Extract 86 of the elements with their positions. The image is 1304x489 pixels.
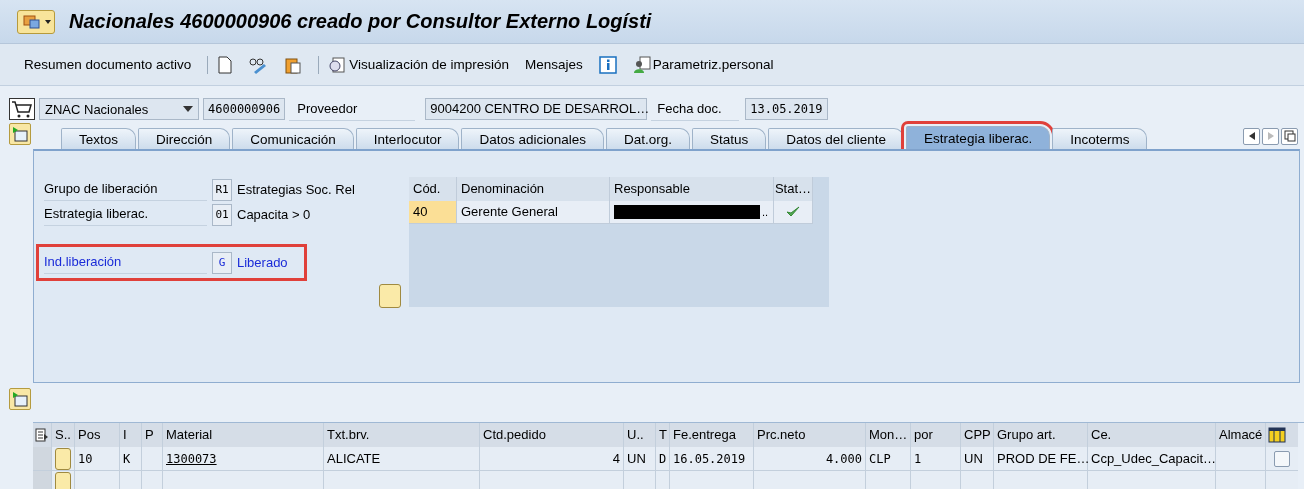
table-cell: ALICATE — [324, 447, 480, 471]
tab[interactable]: Datos adicionales — [461, 128, 604, 149]
expand-items-button[interactable] — [9, 388, 31, 410]
toolbar-button[interactable]: Resumen documento activo — [24, 53, 192, 76]
table-cell: Gerente General — [457, 201, 610, 224]
column-header: I — [120, 423, 142, 447]
tab[interactable]: Comunicación — [232, 128, 354, 149]
window-title: Nacionales 4600000906 creado por Consultor Externo Logísti — [69, 10, 652, 33]
table-cell: PROD DE FE… — [994, 447, 1088, 471]
document-icon[interactable] — [218, 53, 233, 76]
table-cell: CLP — [866, 447, 911, 471]
table-cell: K — [120, 447, 142, 471]
tab[interactable]: Dat.org. — [606, 128, 690, 149]
print-preview-icon — [329, 55, 348, 74]
status-button[interactable] — [55, 471, 71, 489]
caret-icon — [183, 106, 193, 112]
table-cell: D — [656, 447, 670, 471]
scroll-left-button[interactable] — [1243, 127, 1260, 145]
column-header: Material — [163, 423, 324, 447]
table-cell: 4.000 — [754, 447, 866, 471]
tab[interactable]: Status — [692, 128, 767, 149]
field-label: Fecha doc. — [651, 97, 740, 121]
column-header: P — [142, 423, 163, 447]
column-header: Grupo art. — [994, 423, 1088, 447]
info-icon[interactable] — [598, 53, 617, 76]
document-type-dropdown[interactable]: ZNAC Nacionales — [39, 98, 199, 120]
column-header: CPP — [961, 423, 994, 447]
column-header: por — [911, 423, 961, 447]
right-arrow-icon — [1267, 132, 1274, 140]
tab[interactable]: Incoterms — [1052, 128, 1148, 149]
square-button[interactable] — [379, 284, 401, 308]
field-text: Estrategias Soc. Rel — [237, 182, 355, 197]
table-cell: UN — [624, 447, 656, 471]
person-settings-icon — [632, 55, 651, 74]
field-text: Capacita > 0 — [237, 207, 311, 222]
column-settings-icon[interactable] — [1266, 423, 1298, 447]
column-header: Fe.entrega — [670, 423, 754, 447]
tab[interactable]: Textos — [61, 128, 137, 149]
code-field: R1 — [212, 178, 232, 201]
column-header: Ctd.pedido — [480, 423, 624, 447]
document-number-field[interactable]: 4600000906 — [203, 98, 286, 120]
column-header: Denominación — [457, 177, 610, 201]
field-text: Liberado — [237, 255, 288, 270]
vendor-field[interactable]: 9004200 CENTRO DE DESARROL… — [425, 98, 648, 120]
field-label: Ind.liberación — [44, 251, 207, 274]
field-label: Proveedor — [289, 97, 416, 121]
column-header: Responsable — [610, 177, 774, 201]
column-header: Almacé — [1216, 423, 1266, 447]
table-cell: UN — [961, 447, 994, 471]
left-arrow-icon — [1248, 132, 1255, 140]
tab[interactable]: Dirección — [138, 128, 231, 149]
column-header: T — [656, 423, 670, 447]
cart-icon — [9, 98, 35, 120]
table-cell: 16.05.2019 — [670, 447, 754, 471]
table-cell: Ccp_Udec_Capacit… — [1088, 447, 1216, 471]
toolbar-button[interactable]: Parametriz.personal — [632, 53, 774, 76]
toolbar-button[interactable]: Visualización de impresión — [329, 53, 509, 76]
table-cell: 40 — [409, 201, 457, 224]
column-header: Txt.brv. — [324, 423, 480, 447]
column-header: Ce. — [1088, 423, 1216, 447]
tab[interactable]: Interlocutor — [355, 128, 460, 149]
table-cell-text: .. — [762, 205, 769, 220]
table-cell: 1 — [911, 447, 961, 471]
column-header: S.. — [52, 423, 75, 447]
checkbox[interactable] — [1274, 450, 1290, 467]
field-label: Estrategia liberac. — [44, 203, 207, 226]
table-cell: 10 — [75, 447, 120, 471]
system-menu-button[interactable] — [17, 9, 55, 34]
code-field: 01 — [212, 203, 232, 226]
column-header: Stat… — [774, 177, 813, 201]
tab-list-button[interactable] — [1281, 127, 1298, 145]
toolbar-button[interactable]: Mensajes — [524, 53, 583, 76]
column-header: Mon… — [866, 423, 911, 447]
column-header: Cód. — [409, 177, 457, 201]
column-header: Prc.neto — [754, 423, 866, 447]
code-field: G — [212, 251, 232, 274]
expand-header-button[interactable] — [9, 123, 31, 145]
table-cell: 4 — [480, 447, 624, 471]
column-header: U.. — [624, 423, 656, 447]
column-header: Pos — [75, 423, 120, 447]
caret-icon — [45, 19, 51, 24]
material-link[interactable]: 1300073 — [166, 446, 217, 471]
field-label: Grupo de liberación — [44, 178, 207, 201]
select-all-icon[interactable] — [33, 423, 52, 447]
date-field[interactable]: 13.05.2019 — [745, 98, 828, 120]
windows-icon — [23, 13, 41, 30]
